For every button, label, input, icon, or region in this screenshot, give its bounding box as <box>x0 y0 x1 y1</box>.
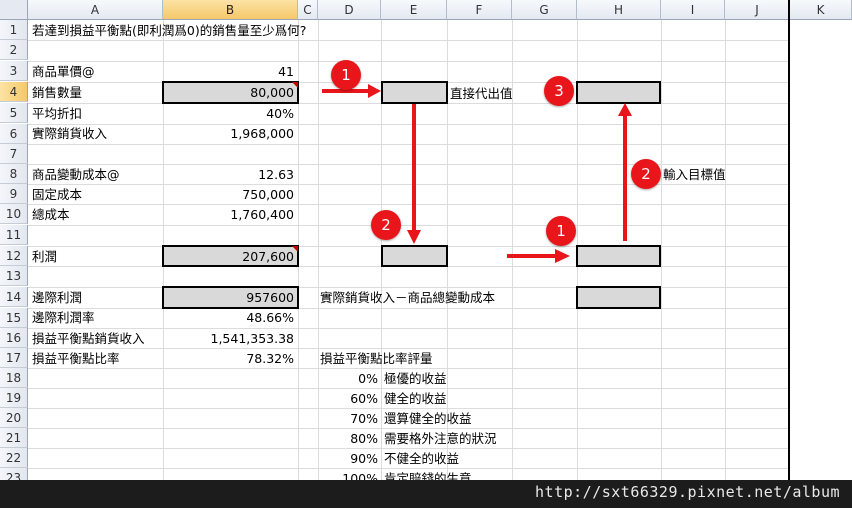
step-badge-1-left: 1 <box>331 60 361 90</box>
spreadsheet: A B C D E F G H I J K 1 2 3 4 5 6 7 8 9 … <box>0 0 852 508</box>
step-badge-2-right: 2 <box>631 159 661 189</box>
watermark-url: http://sxt66329.pixnet.net/album <box>535 483 840 501</box>
step-badge-2-left: 2 <box>371 210 401 240</box>
arrow-right-to-h12-icon <box>507 249 570 263</box>
watermark-bar: http://sxt66329.pixnet.net/album <box>0 480 852 508</box>
page-break-line <box>788 0 790 488</box>
step-badge-1-right: 1 <box>546 216 576 246</box>
arrow-down-to-e12-icon <box>407 104 421 244</box>
step-badge-3-right: 3 <box>544 76 574 106</box>
annotation-arrows <box>322 84 632 263</box>
arrow-up-to-h4-icon <box>618 103 632 241</box>
